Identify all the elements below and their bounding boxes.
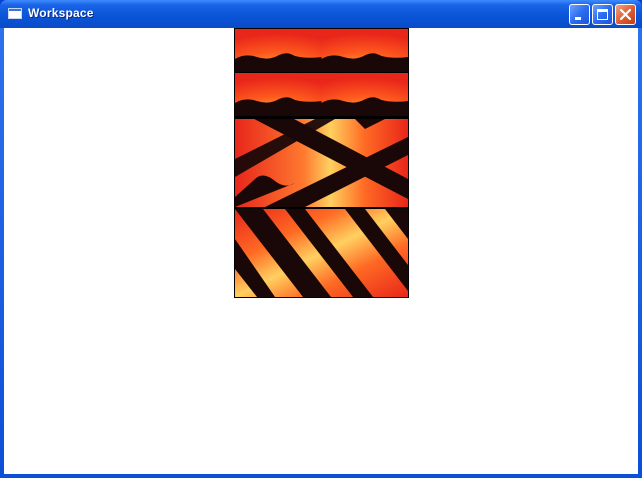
tile-repeat-grid — [235, 29, 408, 117]
minimize-icon — [575, 17, 581, 20]
tile-rotated-stripes — [235, 119, 408, 207]
close-icon — [619, 8, 632, 21]
window-title: Workspace — [28, 6, 94, 20]
image-brush-demo — [234, 28, 409, 298]
workspace-client-area — [4, 28, 638, 474]
application-window: Workspace — [0, 0, 642, 478]
title-bar[interactable]: Workspace — [0, 0, 642, 28]
maximize-icon — [597, 9, 608, 20]
close-button[interactable] — [615, 4, 636, 25]
maximize-button[interactable] — [592, 4, 613, 25]
window-icon[interactable] — [8, 8, 22, 19]
tile-diagonal-stripes — [235, 209, 408, 297]
minimize-button[interactable] — [569, 4, 590, 25]
